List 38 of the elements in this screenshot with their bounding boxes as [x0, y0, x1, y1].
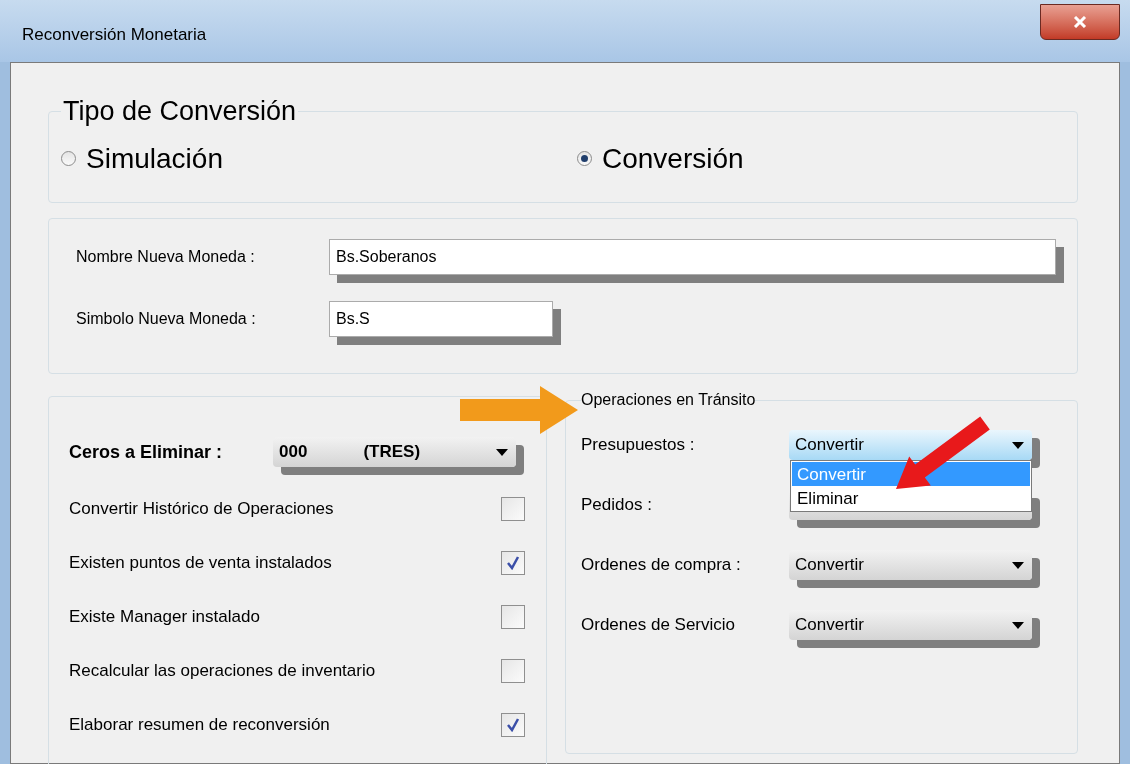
radio-button[interactable] — [61, 151, 76, 166]
checkbox-label: Elaborar resumen de reconversión — [69, 714, 330, 737]
dropdown-option[interactable]: Eliminar — [792, 486, 1030, 510]
field-label: Simbolo Nueva Moneda : — [76, 309, 257, 329]
checkbox-label: Recalcular las operaciones de inventario — [69, 660, 376, 683]
group-title: Tipo de Conversión — [62, 95, 298, 128]
dropdown-value: Convertir — [795, 554, 864, 577]
dropdown-value: Convertir — [795, 614, 864, 637]
checkbox[interactable] — [501, 713, 525, 737]
checkbox[interactable] — [501, 551, 525, 575]
zeros-label: Ceros a Eliminar : — [69, 440, 224, 464]
dropdown-value-word: (TRES) — [363, 441, 421, 464]
dropdown-caret-icon — [1012, 441, 1024, 449]
field-label: Ordenes de Servicio — [581, 614, 737, 637]
radio-option[interactable]: Conversión — [577, 137, 744, 180]
checkbox[interactable] — [501, 659, 525, 683]
dropdown-caret-icon — [1012, 621, 1024, 629]
close-icon — [1073, 16, 1087, 28]
checkbox-label: Existen puntos de venta instalados — [69, 552, 332, 575]
radio-option[interactable]: Simulación — [61, 137, 577, 180]
checkmark-icon — [506, 718, 520, 732]
close-button[interactable] — [1040, 4, 1120, 40]
field-label: Presupuestos : — [581, 434, 696, 457]
dropdown-value: Convertir — [795, 434, 864, 457]
group-title: Operaciones en Tránsito — [581, 390, 756, 410]
radio-button[interactable] — [577, 151, 592, 166]
checkbox-label: Convertir Histórico de Operaciones — [69, 498, 334, 521]
checkbox[interactable] — [501, 497, 525, 521]
checkbox-label: Existe Manager instalado — [69, 606, 260, 629]
dropdown-value: 000 — [279, 441, 308, 464]
field-label: Nombre Nueva Moneda : — [76, 247, 256, 267]
checkbox[interactable] — [501, 605, 525, 629]
window-title: Reconversión Monetaria — [22, 24, 207, 46]
dropdown-caret-icon — [1012, 561, 1024, 569]
field-label: Pedidos : — [581, 494, 653, 517]
dropdown-caret-icon — [496, 448, 508, 456]
checkmark-icon — [506, 556, 520, 570]
field-label: Ordenes de compra : — [581, 554, 742, 577]
